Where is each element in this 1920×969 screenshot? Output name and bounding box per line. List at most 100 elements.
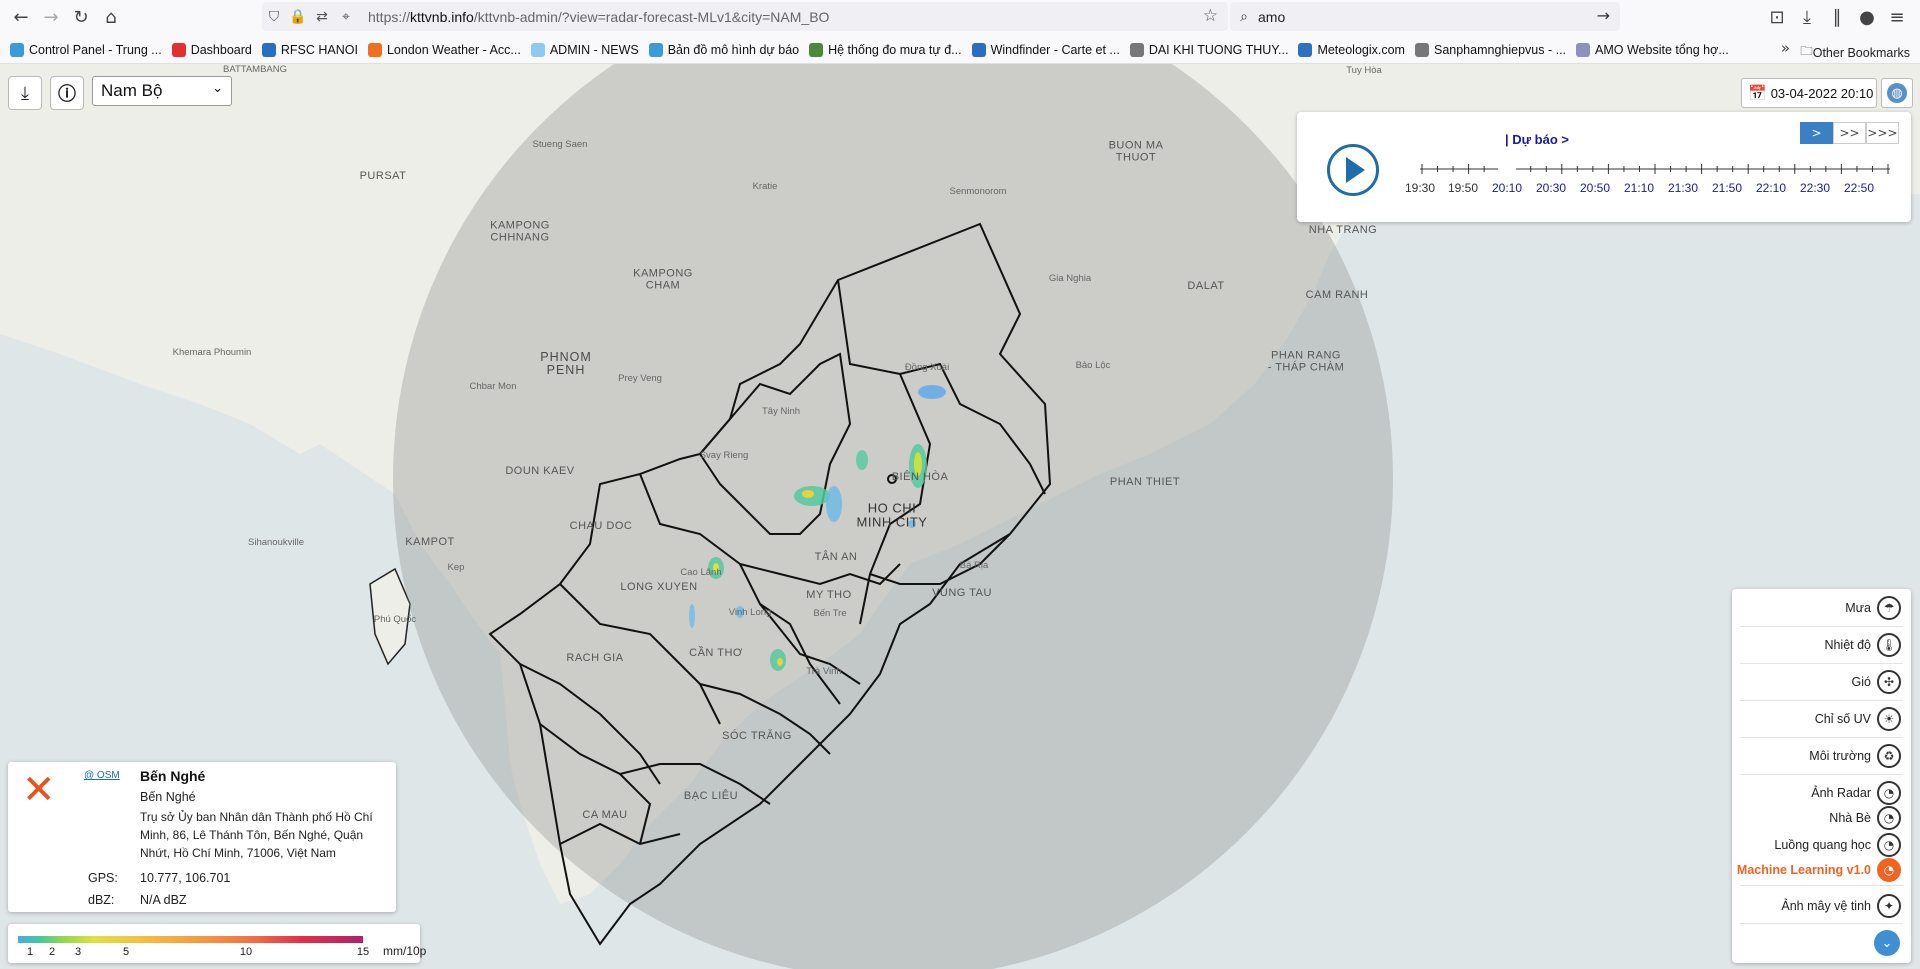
account-icon[interactable]: ● (1852, 2, 1882, 32)
permissions-icon[interactable]: ⇄ (310, 9, 334, 25)
other-bookmarks[interactable]: 🗀 Other Bookmarks (1800, 42, 1910, 63)
timeline-current-marker[interactable] (1498, 162, 1516, 176)
map-place-label: PHAN THIET (1109, 476, 1181, 489)
region-select[interactable]: Nam Bộ ⌄ (92, 76, 232, 106)
speed-button[interactable]: > (1800, 122, 1833, 144)
timeline-time-label[interactable]: 22:30 (1800, 181, 1830, 195)
timeline-time-label[interactable]: 20:10 (1492, 181, 1522, 195)
bookmark-item[interactable]: Hệ thống đo mưa tự đ... (809, 42, 962, 57)
speed-button[interactable]: >> (1833, 122, 1866, 144)
timeline-time-label[interactable]: 22:10 (1756, 181, 1786, 195)
pocket-icon[interactable]: ⊡ (1762, 2, 1792, 32)
bookmark-item[interactable]: Control Panel - Trung ... (10, 42, 162, 57)
layer-item[interactable]: Môi trường ♻ (1809, 741, 1901, 771)
speed-selector: > >> >>> (1800, 122, 1899, 144)
timeline-slider[interactable] (1420, 162, 1890, 176)
osm-link[interactable]: @ OSM (84, 770, 120, 781)
info-icon: ⓘ (58, 84, 76, 105)
bookmark-item[interactable]: Windfinder - Carte et ... (971, 42, 1120, 57)
map-place-label: BUON MA THUOT (1108, 139, 1164, 163)
bookmark-item[interactable]: Bản đồ mô hình dự báo (648, 42, 800, 57)
info-button[interactable]: ⓘ (50, 76, 84, 110)
layer-item[interactable]: Ảnh mây vệ tinh ✦ (1781, 891, 1901, 921)
layer-item[interactable]: Nhiệt độ 🌡 (1824, 630, 1901, 660)
timeline-time-label[interactable]: 21:50 (1712, 181, 1742, 195)
library-icon[interactable]: ∥ (1822, 2, 1852, 32)
bookmark-label: Meteologix.com (1317, 42, 1405, 57)
map-place-label: Phú Quốc (373, 614, 417, 626)
close-icon[interactable]: ✕ (22, 770, 56, 810)
location-popup: ✕ @ OSM Bến Nghé Bến Nghé Trụ sở Ủy ban … (8, 762, 396, 912)
layer-label: Nhiệt độ (1824, 638, 1871, 652)
timeline-time-label[interactable]: 20:30 (1536, 181, 1566, 195)
map-place-label: Bến Tre (813, 608, 847, 620)
layer-label: Môi trường (1809, 749, 1871, 763)
layer-item[interactable]: Gió ✣ (1852, 667, 1901, 697)
settings-button[interactable]: ◍ (1881, 78, 1913, 108)
reload-icon[interactable]: ↻ (66, 2, 96, 32)
toolbar-right: ⊡ ⤓ ∥ ● ≡ (1762, 2, 1912, 32)
bookmark-label: Bản đồ mô hình dự báo (667, 42, 800, 57)
bookmark-item[interactable]: AMO Website tổng hợ... (1576, 42, 1729, 57)
location-icon[interactable]: ⌖ (334, 9, 358, 25)
satellite-icon: ✦ (1877, 894, 1901, 918)
timeline-time-label[interactable]: 19:50 (1448, 181, 1478, 195)
bookmark-item[interactable]: Meteologix.com (1298, 42, 1405, 57)
radar-icon: ◔ (1877, 781, 1901, 805)
search-bar[interactable]: ⌕ amo → (1230, 2, 1620, 31)
forward-icon[interactable]: → (36, 2, 66, 32)
bookmarks-bar: Control Panel - Trung ... Dashboard RFSC H… (0, 36, 1920, 64)
back-icon[interactable]: ← (6, 2, 36, 32)
downloads-icon[interactable]: ⤓ (1792, 2, 1822, 32)
search-go-icon[interactable]: → (1597, 6, 1610, 25)
bookmark-favicon-icon (530, 42, 545, 57)
bookmarks-overflow-icon[interactable]: » (1781, 39, 1790, 57)
map-place-label: RACH GIA (566, 652, 624, 665)
map-place-label: Sihanoukville (248, 537, 304, 549)
map-place-label: Prey Veng (618, 373, 662, 385)
layer-item[interactable]: Mưa ☂ (1845, 593, 1901, 623)
bookmark-item[interactable]: Sanphamnghiepvus - ... (1414, 42, 1566, 57)
play-button[interactable] (1327, 144, 1379, 196)
lock-icon[interactable]: 🔒 (286, 9, 310, 25)
rain-legend: 1 2 3 5 10 15 mm/10p (8, 924, 426, 963)
bookmark-item[interactable]: DAI KHI TUONG THUY... (1129, 42, 1288, 57)
bookmark-item[interactable]: Dashboard (171, 42, 252, 57)
shield-icon[interactable]: ⛉ (262, 9, 286, 25)
layers-collapse-button[interactable]: ⌄ (1874, 930, 1900, 956)
bookmark-favicon-icon (261, 42, 276, 57)
menu-icon[interactable]: ≡ (1882, 2, 1912, 32)
map-place-label: CẦN THƠ (689, 647, 743, 660)
timeline-time-label[interactable]: 21:30 (1668, 181, 1698, 195)
download-button[interactable]: ⤓ (8, 76, 42, 110)
date-picker[interactable]: 📅 03-04-2022 20:10 (1741, 78, 1877, 108)
home-icon[interactable]: ⌂ (96, 2, 126, 32)
search-input[interactable]: amo (1258, 9, 1285, 25)
bookmark-item[interactable]: RFSC HANOI (261, 42, 358, 57)
layer-label: Ảnh Radar (1811, 786, 1871, 800)
timeline-time-label[interactable]: 21:10 (1624, 181, 1654, 195)
timeline-panel: | Dự báo > > >> >>> 19:30 19:50 20:10 20:30 20… (1297, 112, 1911, 222)
layer-item[interactable]: Nhà Bè ◔ (1829, 803, 1901, 833)
bookmark-label: ADMIN - NEWS (549, 42, 639, 57)
timeline-time-label[interactable]: 20:50 (1580, 181, 1610, 195)
timeline-time-label[interactable]: 22:50 (1844, 181, 1874, 195)
layer-item[interactable]: Chỉ số UV ☀ (1815, 704, 1901, 734)
layer-item[interactable]: Machine Learning v1.0 ◔ (1737, 855, 1901, 885)
radar-icon: ◔ (1877, 833, 1901, 857)
gps-label: GPS: (88, 871, 118, 885)
speed-button[interactable]: >>> (1866, 122, 1899, 144)
bookmark-item[interactable]: London Weather - Acc... (367, 42, 521, 57)
timeline-time-label[interactable]: 19:30 (1405, 181, 1435, 195)
url-bar[interactable]: ⛉ 🔒 ⇄ ⌖ https://kttvnb.info/kttvnb-admin… (262, 2, 1228, 31)
layer-label: Ảnh mây vệ tinh (1781, 899, 1871, 913)
forecast-link[interactable]: | Dự báo > (1505, 132, 1569, 147)
bookmark-favicon-icon (171, 42, 186, 57)
bookmark-star-icon[interactable]: ☆ (1203, 6, 1218, 26)
bookmark-label: Dashboard (190, 42, 252, 57)
sun-icon: ☀ (1877, 707, 1901, 731)
bookmark-item[interactable]: ADMIN - NEWS (530, 42, 639, 57)
search-icon: ⌕ (1240, 8, 1248, 25)
layer-label: Mưa (1845, 601, 1871, 615)
play-icon (1346, 157, 1365, 183)
